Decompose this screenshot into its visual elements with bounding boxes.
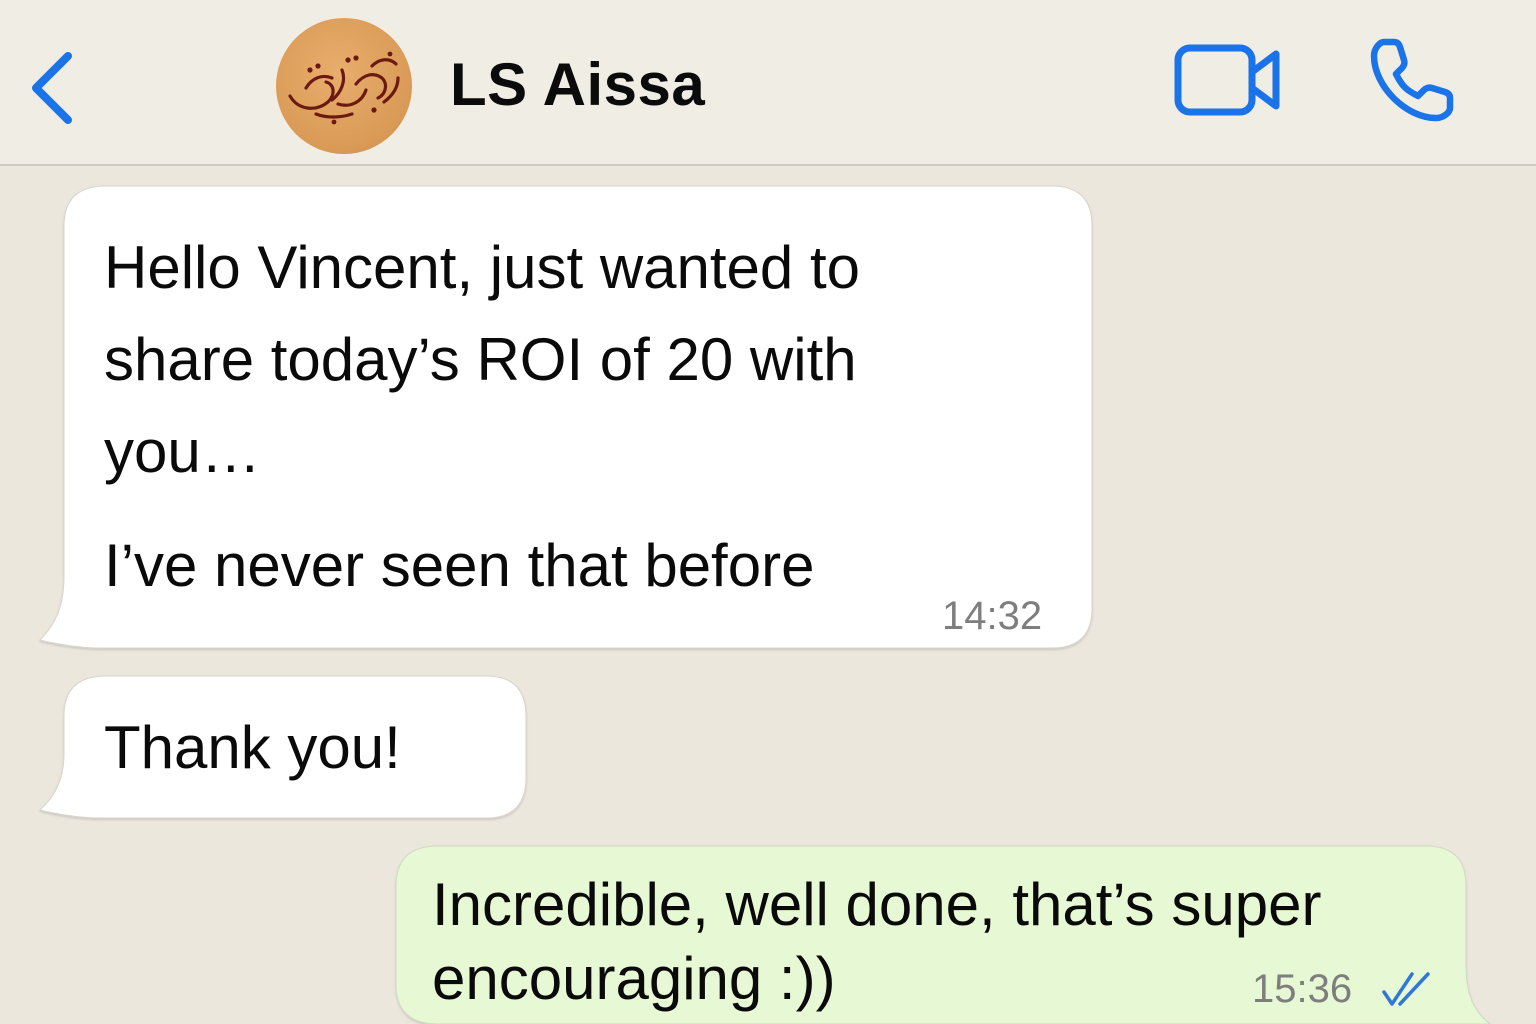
message-text: I’ve never seen that before [104,532,815,599]
contact-avatar[interactable] [276,18,412,154]
contact-name[interactable]: LS Aissa [450,50,705,120]
voice-call-button[interactable] [1362,30,1462,130]
message-line: Incredible, well done, that’s super [432,871,1322,938]
phone-icon [1370,38,1454,122]
back-button[interactable] [26,46,86,130]
message-line: share today’s ROI of 20 with [104,326,857,393]
chat-header: LS Aissa [0,0,1536,166]
double-check-icon [1382,972,1430,1006]
video-call-button[interactable] [1172,38,1288,122]
video-camera-icon [1174,44,1280,116]
message-line: encouraging :)) [432,945,836,1012]
message-timestamp: 14:32 [942,594,1043,638]
chevron-left-icon [32,52,72,124]
message-timestamp: 15:36 [1252,967,1353,1011]
message-line: Hello Vincent, just wanted to [104,234,861,301]
message-line: you… [104,418,261,485]
message-text: Thank you! [104,714,401,781]
message-text: Hello Vincent, just wanted to share toda… [104,222,860,498]
calligraphy-avatar-icon [288,51,400,125]
message-text: Incredible, well done, that’s super enco… [432,868,1321,1016]
chat-area[interactable]: Hello Vincent, just wanted to share toda… [0,166,1536,1024]
